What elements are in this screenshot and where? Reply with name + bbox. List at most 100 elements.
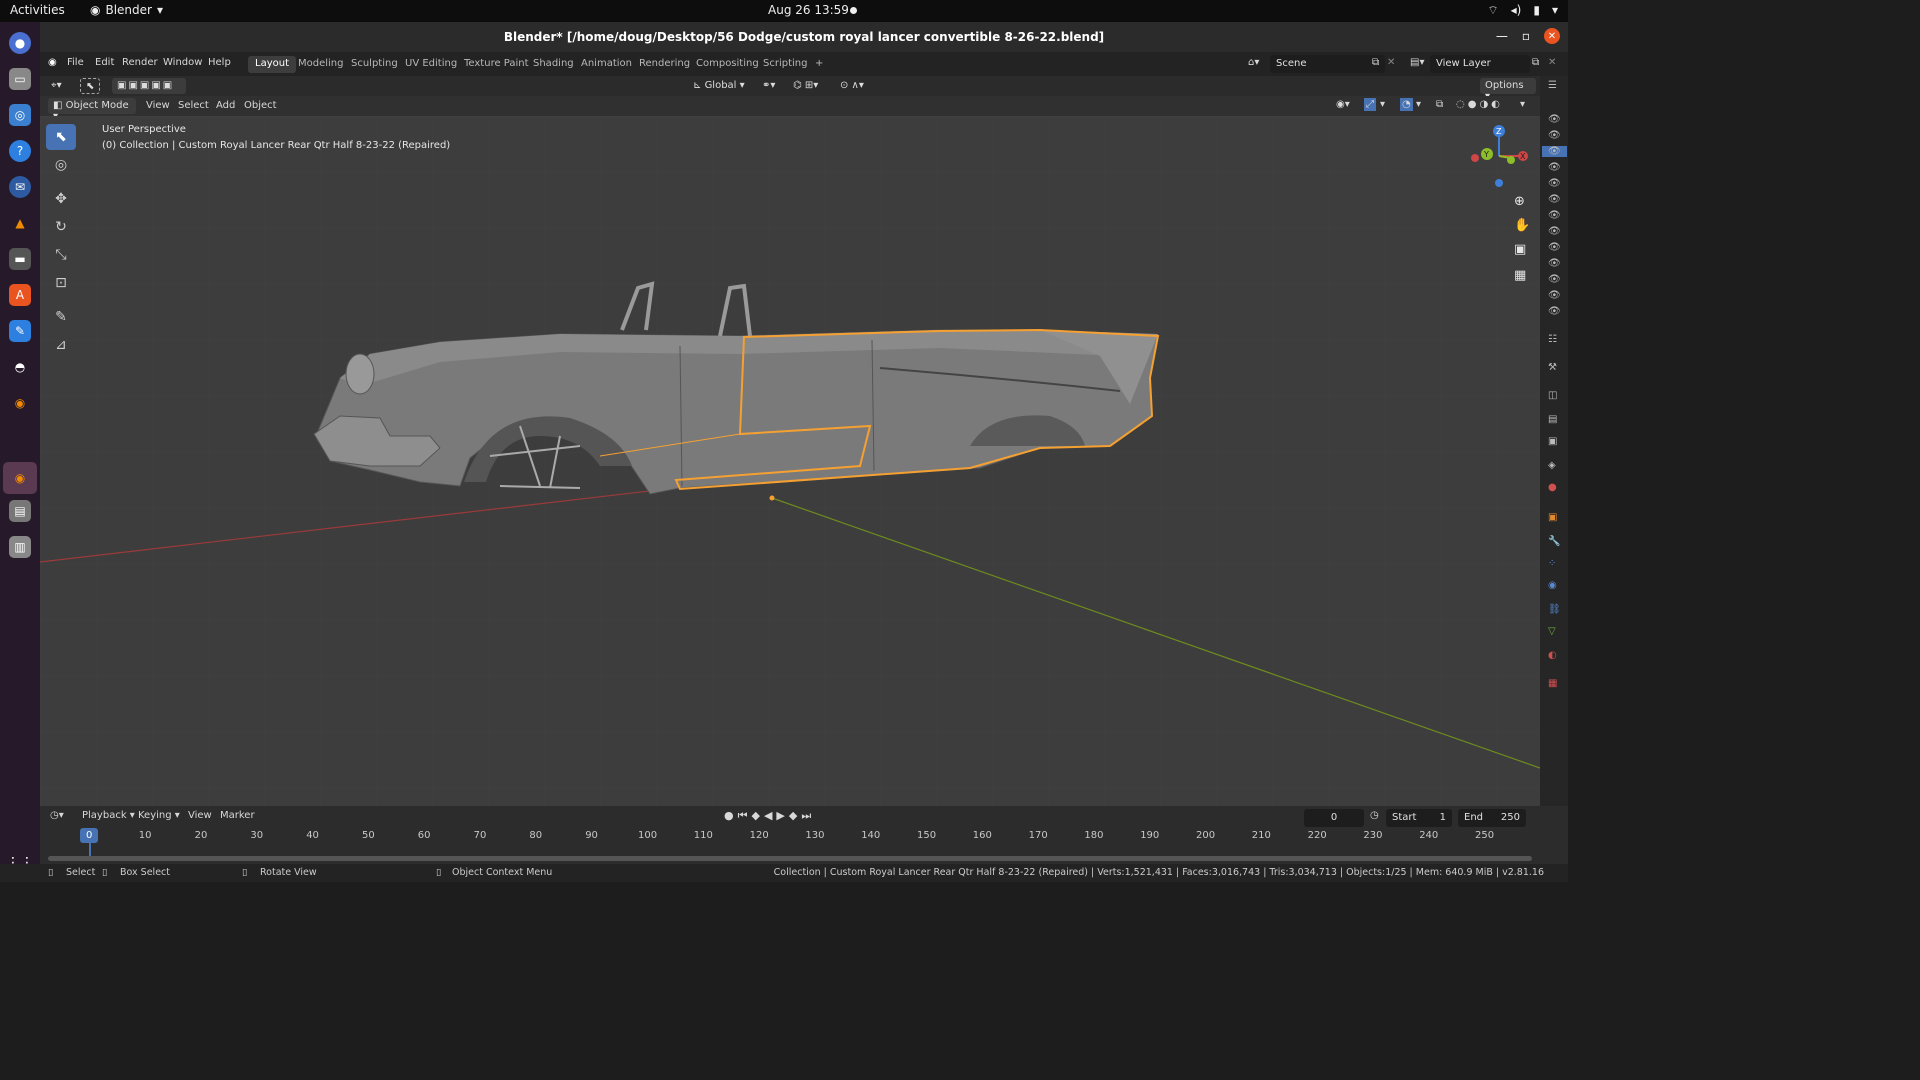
camera-icon[interactable]: ▣ [1514, 242, 1526, 257]
minimize-button[interactable]: — [1496, 29, 1508, 43]
world-properties-icon[interactable]: ● [1548, 482, 1557, 493]
blender-icon[interactable]: ◉ [48, 57, 57, 68]
trash-icon[interactable]: ▥ [9, 536, 31, 558]
view-layer-icon[interactable]: ▤▾ [1410, 57, 1424, 68]
hand-icon[interactable]: ✋ [1514, 218, 1530, 233]
transform-orientation[interactable]: ⊾ Global ▾ [688, 78, 750, 94]
eye-icon[interactable]: 👁 [1548, 258, 1561, 269]
text-editor-icon[interactable]: ✎ [9, 320, 31, 342]
proportional-edit-icon[interactable]: ⊙ ∧▾ [835, 78, 869, 94]
selection-mode-buttons[interactable]: ▣▣▣▣▣ [112, 78, 186, 94]
xray-icon[interactable]: ⧉ [1436, 99, 1443, 110]
menu-file[interactable]: File [67, 57, 84, 68]
eye-icon[interactable]: 👁 [1548, 114, 1561, 125]
help-icon[interactable]: ? [9, 140, 31, 162]
tab-layout[interactable]: Layout [248, 56, 296, 73]
eye-icon[interactable]: 👁 [1548, 242, 1561, 253]
tab-uv-editing[interactable]: UV Editing [398, 56, 464, 73]
visibility-icon[interactable]: ◉▾ [1336, 99, 1350, 110]
3d-viewport[interactable]: User Perspective (0) Collection | Custom… [40, 116, 1540, 806]
add-workspace-button[interactable]: + [808, 56, 830, 73]
vlc-icon[interactable]: ▲ [9, 212, 31, 234]
eye-icon[interactable]: 👁 [1548, 130, 1561, 141]
tab-scripting[interactable]: Scripting [756, 56, 814, 73]
menu-edit[interactable]: Edit [95, 57, 114, 68]
software-icon[interactable]: A [9, 284, 31, 306]
eye-icon[interactable]: 👁 [1548, 178, 1561, 189]
blender-active-icon[interactable]: ◉ [3, 462, 37, 494]
tab-sculpting[interactable]: Sculpting [344, 56, 405, 73]
gimp-icon[interactable]: ◓ [9, 356, 31, 378]
outliner-icon[interactable]: ☰ [1548, 80, 1557, 91]
eye-icon[interactable]: 👁 [1548, 306, 1561, 317]
eye-icon[interactable]: 👁 [1548, 210, 1561, 221]
drive-icon[interactable]: ▤ [9, 500, 31, 522]
render-properties-icon[interactable]: ◫ [1548, 390, 1557, 401]
tab-compositing[interactable]: Compositing [689, 56, 766, 73]
eye-icon[interactable]: 👁 [1548, 274, 1561, 285]
timeline-editor-icon[interactable]: ◷▾ [50, 810, 64, 821]
tool-properties-icon[interactable]: ⚒ [1548, 362, 1557, 373]
select-box-tool[interactable]: ⬉ [46, 124, 76, 150]
scene-icon[interactable]: ⌂▾ [1248, 57, 1259, 68]
menu-select[interactable]: Select [178, 100, 209, 111]
physics-icon[interactable]: ◉ [1548, 580, 1557, 591]
menu-help[interactable]: Help [208, 57, 231, 68]
eye-icon[interactable]: 👁 [1548, 290, 1561, 301]
games-icon[interactable]: ▬ [9, 248, 31, 270]
menu-view[interactable]: View [188, 810, 212, 821]
scene-properties-icon[interactable]: ◈ [1548, 460, 1556, 471]
rhythmbox-icon[interactable]: ◎ [9, 104, 31, 126]
measure-icon[interactable]: ⊿ [46, 332, 76, 358]
clock[interactable]: Aug 26 13:59 [768, 3, 849, 17]
snap-icon[interactable]: ⌬ ⊞▾ [788, 78, 823, 94]
timeline-scrollbar[interactable] [48, 856, 1532, 861]
end-frame-field[interactable]: End 250 [1458, 809, 1526, 827]
close-button[interactable]: ✕ [1544, 28, 1560, 44]
chevron-down-icon[interactable]: ▾ [1416, 99, 1421, 110]
menu-keying[interactable]: Keying ▾ [138, 810, 180, 821]
overlay-toggle-icon[interactable]: ◔ [1400, 98, 1413, 111]
output-properties-icon[interactable]: ▤ [1548, 414, 1557, 425]
zoom-icon[interactable]: ⊕ [1514, 194, 1525, 209]
maximize-button[interactable]: ▫ [1522, 29, 1530, 43]
start-frame-field[interactable]: Start 1 [1386, 809, 1452, 827]
current-frame-field[interactable]: 0 [1304, 809, 1364, 827]
material-properties-icon[interactable]: ◐ [1548, 650, 1557, 661]
rotate-icon[interactable]: ↻ [46, 214, 76, 240]
eye-icon[interactable]: 👁 [1548, 194, 1561, 205]
copy-scene-icon[interactable]: ⧉ [1372, 57, 1379, 68]
chrome-icon[interactable]: ● [9, 32, 31, 54]
menu-object[interactable]: Object [244, 100, 277, 111]
data-properties-icon[interactable]: ▽ [1548, 626, 1556, 637]
view-layer-field[interactable]: View Layer [1430, 55, 1530, 73]
chevron-down-icon[interactable]: ▾ [1520, 99, 1525, 110]
files-icon[interactable]: ▭ [9, 68, 31, 90]
blender-icon[interactable]: ◉ [9, 392, 31, 414]
pivot-icon[interactable]: ⚭▾ [757, 78, 780, 94]
close-scene-icon[interactable]: ✕ [1387, 57, 1395, 68]
playback-controls[interactable]: ●⏮◆◀▶◆⏭ [724, 809, 815, 823]
view-layer-properties-icon[interactable]: ▣ [1548, 436, 1557, 447]
navigation-gizmo[interactable]: Z Y X [1465, 120, 1535, 200]
activities-button[interactable]: Activities [10, 3, 65, 17]
gizmo-toggle-icon[interactable]: ⤢ [1364, 98, 1376, 111]
close-view-layer-icon[interactable]: ✕ [1548, 57, 1556, 68]
move-icon[interactable]: ✥ [46, 186, 76, 212]
transform-icon[interactable]: ⊡ [46, 270, 76, 296]
mode-dropdown[interactable]: ◧ Object Mode ▾ [48, 98, 136, 122]
tab-animation[interactable]: Animation [574, 56, 639, 73]
tab-rendering[interactable]: Rendering [632, 56, 697, 73]
eye-icon[interactable]: 👁 [1542, 146, 1567, 157]
menu-marker[interactable]: Marker [220, 810, 255, 821]
grid-icon[interactable]: ▦ [1514, 268, 1526, 283]
eye-icon[interactable]: 👁 [1548, 162, 1561, 173]
menu-add[interactable]: Add [216, 100, 235, 111]
thunderbird-icon[interactable]: ✉ [9, 176, 31, 198]
tab-modeling[interactable]: Modeling [291, 56, 351, 73]
select-tool-button[interactable]: ⬉ [80, 78, 100, 94]
menu-view[interactable]: View [146, 100, 170, 111]
particles-icon[interactable]: ⁘ [1548, 558, 1556, 569]
editor-type-button[interactable]: ⌖▾ [46, 78, 67, 94]
chevron-down-icon[interactable]: ▾ [1380, 99, 1385, 110]
